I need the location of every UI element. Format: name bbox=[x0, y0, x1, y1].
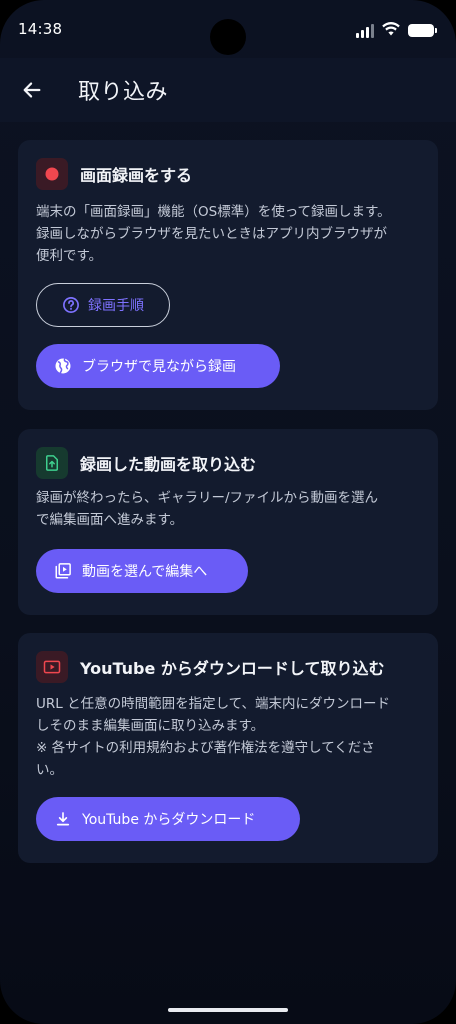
front-camera bbox=[210, 19, 246, 55]
file-upload-icon bbox=[46, 455, 58, 471]
page-title: 取り込み bbox=[78, 80, 169, 105]
download-icon bbox=[56, 812, 70, 826]
card-description: 端末の「画面録画」機能（OS標準）を使って録画します。 録画しながらブラウザを見… bbox=[36, 201, 422, 267]
description-line: で編集画面へ進みます。 bbox=[36, 512, 184, 528]
card-title: YouTube からダウンロードして取り込む bbox=[80, 659, 385, 678]
help-circle-icon bbox=[63, 297, 79, 313]
description-line: URL と任意の時間範囲を指定して、端末内にダウンロード bbox=[36, 696, 390, 712]
status-icons bbox=[356, 21, 437, 40]
button-label: ブラウザで見ながら録画 bbox=[82, 359, 236, 375]
screen-record-card: 画面録画をする 端末の「画面録画」機能（OS標準）を使って録画します。 録画しな… bbox=[18, 140, 438, 410]
description-line: い。 bbox=[36, 762, 63, 778]
description-line: 端末の「画面録画」機能（OS標準）を使って録画します。 bbox=[36, 204, 391, 220]
recording-steps-button[interactable]: 録画手順 bbox=[36, 283, 170, 327]
youtube-download-button[interactable]: YouTube からダウンロード bbox=[36, 797, 300, 841]
battery-icon bbox=[408, 24, 437, 37]
select-video-button[interactable]: 動画を選んで編集へ bbox=[36, 549, 248, 593]
description-line: ※ 各サイトの利用規約および著作権法を遵守してくださ bbox=[36, 740, 375, 756]
card-title: 録画した動画を取り込む bbox=[80, 455, 257, 474]
status-bar: 14:38 bbox=[0, 0, 456, 58]
arrow-left-icon bbox=[23, 82, 41, 98]
youtube-play-icon bbox=[43, 660, 61, 674]
app-bar: 取り込み bbox=[0, 58, 456, 122]
file-icon-box bbox=[36, 447, 68, 479]
signal-icon bbox=[356, 23, 374, 38]
browse-while-recording-button[interactable]: ブラウザで見ながら録画 bbox=[36, 344, 280, 388]
card-title: 画面録画をする bbox=[80, 166, 193, 185]
button-label: YouTube からダウンロード bbox=[82, 812, 256, 828]
record-icon-box bbox=[36, 158, 68, 190]
back-button[interactable] bbox=[18, 76, 46, 104]
status-time: 14:38 bbox=[18, 20, 63, 38]
home-indicator[interactable] bbox=[168, 1008, 288, 1012]
card-description: 録画が終わったら、ギャラリー/ファイルから動画を選ん で編集画面へ進みます。 bbox=[36, 487, 422, 531]
card-header: 画面録画をする bbox=[36, 158, 192, 190]
globe-icon bbox=[55, 358, 71, 374]
import-video-card: 録画した動画を取り込む 録画が終わったら、ギャラリー/ファイルから動画を選ん で… bbox=[18, 429, 438, 615]
card-header: 録画した動画を取り込む bbox=[36, 447, 256, 479]
description-line: 便利です。 bbox=[36, 248, 103, 264]
youtube-download-card: YouTube からダウンロードして取り込む URL と任意の時間範囲を指定して… bbox=[18, 633, 438, 863]
button-label: 録画手順 bbox=[88, 298, 144, 314]
youtube-icon-box bbox=[36, 651, 68, 683]
description-line: 録画が終わったら、ギャラリー/ファイルから動画を選ん bbox=[36, 490, 379, 506]
description-line: 録画しながらブラウザを見たいときはアプリ内ブラウザが bbox=[36, 226, 387, 242]
wifi-icon bbox=[382, 21, 400, 40]
card-header: YouTube からダウンロードして取り込む bbox=[36, 651, 384, 683]
phone-screen: 14:38 取り込み 画面録画をする 端末の「画面録画」機能（OS標準）を使って… bbox=[0, 0, 456, 1024]
description-line: しそのまま編集画面に取り込みます。 bbox=[36, 718, 265, 734]
button-label: 動画を選んで編集へ bbox=[82, 564, 208, 580]
record-dot-icon bbox=[45, 167, 59, 181]
video-library-icon bbox=[55, 563, 71, 579]
card-description: URL と任意の時間範囲を指定して、端末内にダウンロード しそのまま編集画面に取… bbox=[36, 693, 422, 781]
